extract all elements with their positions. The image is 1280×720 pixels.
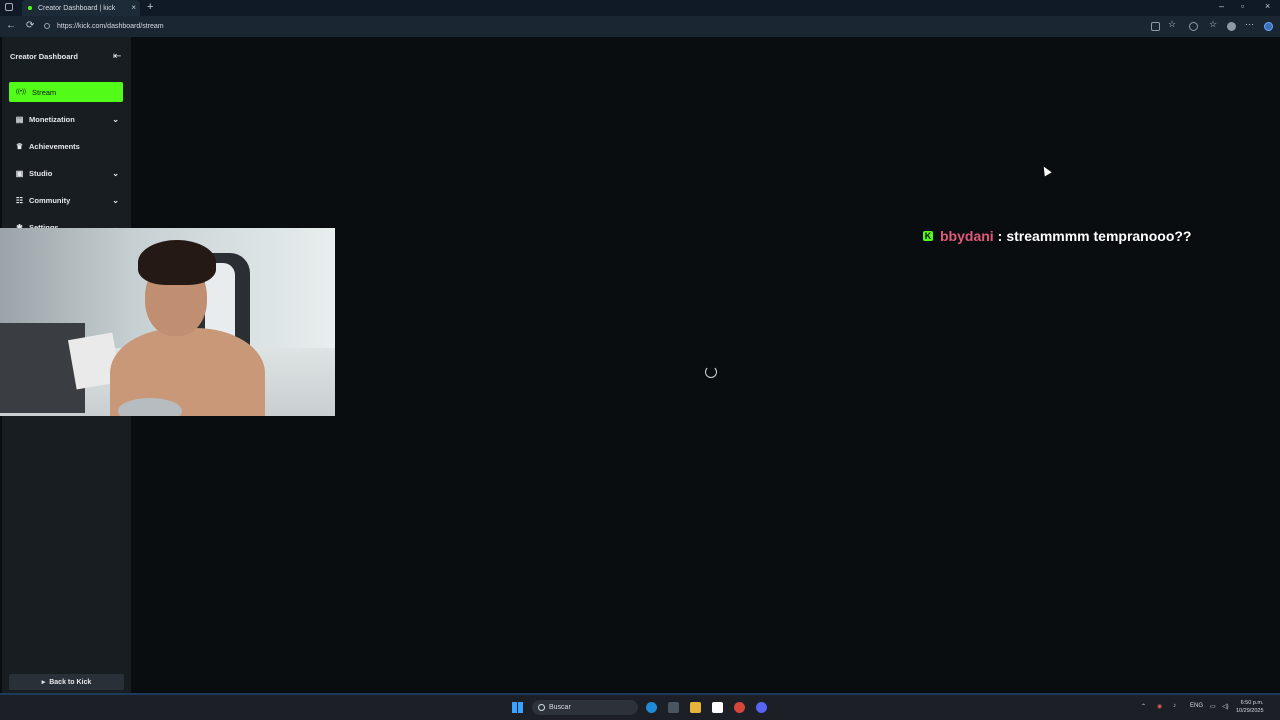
extensions-icon[interactable]	[1189, 22, 1198, 31]
sidebar-title: Creator Dashboard	[10, 52, 78, 61]
browser-titlebar: Creator Dashboard | kick × + – ▫ ×	[0, 0, 1280, 16]
url-field[interactable]: https://kick.com/dashboard/stream	[42, 19, 1142, 34]
translate-icon[interactable]	[1151, 22, 1160, 31]
sidebar-item-monetization[interactable]: ▤ Monetization ⌄	[9, 109, 123, 129]
capcut-icon[interactable]	[712, 702, 723, 713]
tray-chevron-icon[interactable]: ⌃	[1141, 703, 1146, 710]
tab-close-icon[interactable]: ×	[131, 3, 136, 12]
app-icon[interactable]	[734, 702, 745, 713]
sidebar-item-label: Studio	[29, 168, 53, 178]
tab-title: Creator Dashboard | kick	[38, 4, 116, 12]
close-window-button[interactable]: ×	[1265, 1, 1270, 11]
favorites-icon[interactable]: ☆	[1209, 19, 1217, 30]
chevron-down-icon: ⌄	[112, 195, 119, 205]
exit-icon: ▸	[41, 679, 46, 686]
sidebar-item-studio[interactable]: ▣ Studio ⌄	[9, 163, 123, 183]
file-explorer-icon[interactable]	[690, 702, 701, 713]
chart-icon: ▤	[15, 114, 24, 124]
back-to-kick-label: Back to Kick	[49, 678, 92, 686]
mouse-cursor-icon	[1040, 164, 1052, 177]
chat-message-text: streammmm tempranooo??	[1006, 228, 1192, 244]
broadcast-icon: ((•))	[15, 89, 27, 95]
back-to-kick-button[interactable]: ▸ Back to Kick	[9, 674, 124, 690]
profile-avatar-icon[interactable]	[1227, 22, 1236, 31]
chat-separator: :	[997, 228, 1003, 244]
clock-time: 6:50 p.m.	[1240, 700, 1264, 706]
copilot-icon[interactable]	[1264, 22, 1273, 31]
chevron-down-icon: ⌄	[112, 168, 119, 178]
taskbar-clock[interactable]: 6:50 p.m. 10/29/2025	[1236, 699, 1264, 715]
store-icon[interactable]	[668, 702, 679, 713]
chevron-down-icon: ⌄	[112, 114, 119, 124]
trophy-icon: ♛	[15, 141, 24, 151]
sidebar-item-stream[interactable]: ((•)) Stream	[9, 82, 123, 102]
back-arrow-icon[interactable]: ←	[6, 20, 16, 31]
windows-taskbar: Buscar ⌃ ◉ ♪ ENG ▭ ◁) 6:50 p.m. 10/29/20…	[0, 695, 1280, 720]
tab-actions-icon[interactable]	[5, 3, 13, 11]
network-icon[interactable]: ▭	[1210, 703, 1216, 710]
taskbar-search[interactable]: Buscar	[532, 700, 638, 715]
browser-tab[interactable]: Creator Dashboard | kick ×	[22, 0, 140, 16]
sidebar-item-label: Achievements	[29, 141, 80, 151]
language-indicator[interactable]: ENG	[1190, 703, 1203, 709]
new-tab-button[interactable]: +	[147, 1, 153, 13]
tray-app-icon[interactable]: ◉	[1157, 703, 1162, 710]
site-info-icon[interactable]	[44, 23, 50, 29]
studio-icon: ▣	[15, 168, 24, 178]
loading-stop-icon[interactable]: ⟳	[26, 20, 34, 31]
favicon-icon	[28, 6, 32, 10]
chat-overlay-message: K bbydani : streammmm tempranooo??	[923, 227, 1192, 245]
search-icon	[538, 704, 545, 711]
sidebar-item-label: Community	[29, 195, 71, 205]
minimize-button[interactable]: –	[1219, 1, 1224, 11]
url-text: https://kick.com/dashboard/stream	[57, 23, 164, 30]
address-bar-row: ← ⟳ https://kick.com/dashboard/stream ☆ …	[0, 16, 1280, 37]
windows-start-icon[interactable]	[512, 702, 523, 713]
edge-browser-icon[interactable]	[646, 702, 657, 713]
collapse-sidebar-icon[interactable]: ⇤	[113, 51, 121, 62]
community-icon: ☷	[15, 195, 24, 205]
volume-icon[interactable]: ◁)	[1222, 703, 1229, 710]
maximize-button[interactable]: ▫	[1241, 1, 1244, 11]
discord-icon[interactable]	[756, 702, 767, 713]
loading-spinner-icon	[705, 366, 717, 378]
search-placeholder: Buscar	[549, 704, 571, 711]
more-menu-icon[interactable]: ⋯	[1245, 19, 1254, 30]
favorite-star-icon[interactable]: ☆	[1168, 19, 1176, 30]
sidebar-item-label: Monetization	[29, 114, 75, 124]
sidebar-item-community[interactable]: ☷ Community ⌄	[9, 190, 123, 210]
sidebar-item-achievements[interactable]: ♛ Achievements	[9, 136, 123, 156]
mic-icon[interactable]: ♪	[1173, 703, 1176, 709]
chat-username: bbydani	[940, 228, 994, 244]
sidebar-item-label: Stream	[32, 87, 57, 97]
clock-date: 10/29/2025	[1236, 708, 1264, 714]
webcam-person-hair	[138, 240, 216, 285]
kick-badge-icon: K	[923, 231, 933, 241]
webcam-overlay	[0, 228, 335, 416]
